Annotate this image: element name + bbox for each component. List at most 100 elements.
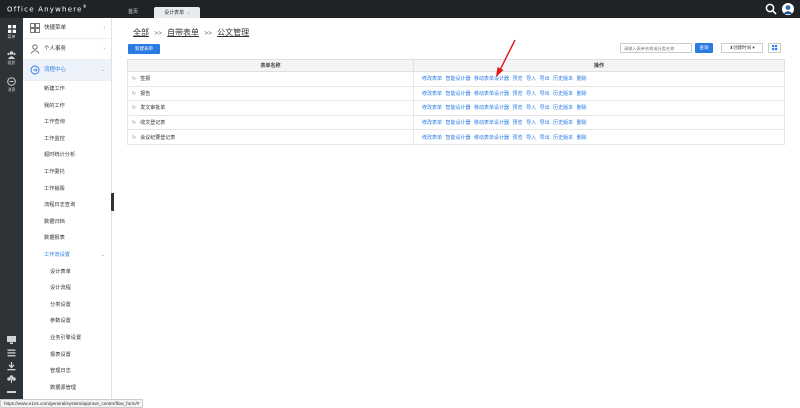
form-search-input[interactable] [620,43,692,53]
form-action-link[interactable]: 修改表单 [422,91,442,97]
sort-by-created-time-dropdown[interactable]: ⬇创建时间 ▾ [721,43,763,53]
form-name: 签报 [140,76,151,83]
form-action-link[interactable]: 历史版本 [553,76,573,82]
sidebar-item-design-form[interactable]: 设计表单 [23,264,111,281]
sidebar-item-param-settings[interactable]: 参数设置 [23,313,111,330]
form-action-link[interactable]: 修改表单 [422,76,442,82]
form-action-link[interactable]: 移动表单设计器 [474,135,509,141]
form-action-link[interactable]: 移动表单设计器 [474,105,509,111]
form-action-link[interactable]: 历史版本 [553,91,573,97]
grid-view-icon [772,45,778,51]
sidebar-item-admin-log[interactable]: 管理日志 [23,363,111,380]
form-name: 会议纪要登记表 [140,134,176,141]
sidebar-item-flow-log-query[interactable]: 流程日志查询 [23,197,111,214]
user-avatar[interactable] [782,3,794,15]
form-action-link[interactable]: 修改表单 [422,135,442,141]
table-row: ↻ 收文登记表 修改表单 智能设计器 移动表单设计器 预览 导入 导出 历史版本 删除 [127,114,785,131]
sidebar-item-work-monitor[interactable]: 工作监控 [23,131,111,148]
form-action-link[interactable]: 导出 [540,120,550,126]
sidebar-group-label: 流程中心 [44,67,67,73]
form-action-link[interactable]: 导出 [540,135,550,141]
form-action-link[interactable]: 预览 [513,135,523,141]
form-action-link[interactable]: 修改表单 [422,105,442,111]
form-action-link[interactable]: 移动表单设计器 [474,76,509,82]
form-action-link[interactable]: 导出 [540,76,550,82]
chevron-down-icon: ⌄ [100,67,105,73]
form-action-link[interactable]: 预览 [513,76,523,82]
rail-item-menu[interactable]: 菜单 [0,25,23,40]
form-action-link[interactable]: 智能设计器 [446,105,471,111]
form-action-link[interactable]: 导入 [526,105,536,111]
form-action-link[interactable]: 历史版本 [553,105,573,111]
form-action-link[interactable]: 智能设计器 [446,120,471,126]
table-row: ↻ 会议纪要登记表 修改表单 智能设计器 移动表单设计器 预览 导入 导出 历史版本 删除 [127,129,785,145]
monitor-icon[interactable] [6,335,17,345]
sidebar-group-personal[interactable]: 个人事务 › [23,39,111,60]
chevron-down-icon: ⌄ [100,251,105,258]
sidebar-item-workflow-settings[interactable]: 工作流设置 ⌄ [23,247,111,264]
sidebar-item-data-archive[interactable]: 数据归档 [23,214,111,231]
form-action-link[interactable]: 移动表单设计器 [474,91,509,97]
tab-design-form[interactable]: 设计表单 × [154,7,200,18]
flower-icon[interactable] [6,374,17,384]
sidebar-item-category-settings[interactable]: 分类设置 [23,297,111,314]
sidebar-item-engine-settings[interactable]: 业务引擎设置 [23,330,111,347]
sidebar-item-work-destroy[interactable]: 工作销毁 [23,181,111,198]
tab-home[interactable]: 首页 [118,7,148,18]
list-icon[interactable] [6,348,17,358]
form-actions-cell: 修改表单 智能设计器 移动表单设计器 预览 导入 导出 历史版本 删除 [413,100,785,116]
form-action-link[interactable]: 导出 [540,91,550,97]
breadcrumb-level1[interactable]: 自带表单 [167,28,199,37]
sidebar-item-work-query[interactable]: 工作查询 [23,114,111,131]
brand-logo: Office Anywhere® [7,4,88,13]
form-action-link[interactable]: 智能设计器 [446,135,471,141]
sidebar-item-datasource-mgmt[interactable]: 数据源管理 [23,380,111,397]
download-icon[interactable] [6,361,17,371]
search-button[interactable]: 查询 [695,43,713,53]
sidebar-item-report-settings[interactable]: 报表设置 [23,347,111,364]
form-action-link[interactable]: 修改表单 [422,120,442,126]
sidebar-item-timeout-stats[interactable]: 超时统计分析 [23,147,111,164]
form-action-link[interactable]: 历史版本 [553,135,573,141]
sidebar-group-flow-center[interactable]: 流程中心 ⌄ [23,60,111,81]
sidebar-item-data-report[interactable]: 数据报表 [23,230,111,247]
form-action-link[interactable]: 智能设计器 [446,91,471,97]
form-action-link[interactable]: 删除 [577,120,587,126]
form-action-link[interactable]: 预览 [513,91,523,97]
form-action-link[interactable]: 删除 [577,105,587,111]
form-action-link[interactable]: 导入 [526,120,536,126]
sidebar: 快捷菜单 › 个人事务 › 流程中心 ⌄ 新建工作 我的工作 工作查询 工作监控… [23,18,112,404]
new-form-button[interactable]: 新建表单 [128,44,160,54]
breadcrumb-root[interactable]: 全部 [133,28,149,37]
brand-name: Office Anywhere [7,5,83,14]
sidebar-item-design-flow[interactable]: 设计流程 [23,280,111,297]
message-icon [7,77,16,86]
breadcrumb-level2[interactable]: 公文管理 [217,28,249,37]
flow-icon [30,65,40,75]
form-action-link[interactable]: 删除 [577,135,587,141]
rail-item-message[interactable]: 消息 [0,77,23,93]
form-action-link[interactable]: 导入 [526,76,536,82]
form-action-link[interactable]: 预览 [513,105,523,111]
form-action-link[interactable]: 导入 [526,135,536,141]
more-icon[interactable] [6,387,17,397]
view-toggle-button[interactable] [768,43,781,53]
breadcrumb-separator: >> [204,30,212,37]
form-actions-cell: 修改表单 智能设计器 移动表单设计器 预览 导入 导出 历史版本 删除 [413,71,785,87]
form-action-link[interactable]: 历史版本 [553,120,573,126]
form-action-link[interactable]: 删除 [577,76,587,82]
form-action-link[interactable]: 导出 [540,105,550,111]
form-action-link[interactable]: 预览 [513,120,523,126]
rail-item-org[interactable]: 组织 [0,51,23,66]
global-search-icon[interactable] [765,3,777,15]
sidebar-item-my-work[interactable]: 我的工作 [23,98,111,115]
table-row: ↻ 签报 修改表单 智能设计器 移动表单设计器 预览 导入 导出 历史版本 删除 [127,71,785,87]
form-action-link[interactable]: 删除 [577,91,587,97]
form-action-link[interactable]: 智能设计器 [446,76,471,82]
sidebar-item-work-delegate[interactable]: 工作委托 [23,164,111,181]
sidebar-group-shortcut[interactable]: 快捷菜单 › [23,18,111,39]
tab-close-icon[interactable]: × [188,10,190,15]
form-action-link[interactable]: 移动表单设计器 [474,120,509,126]
form-action-link[interactable]: 导入 [526,91,536,97]
sidebar-item-new-work[interactable]: 新建工作 [23,81,111,98]
